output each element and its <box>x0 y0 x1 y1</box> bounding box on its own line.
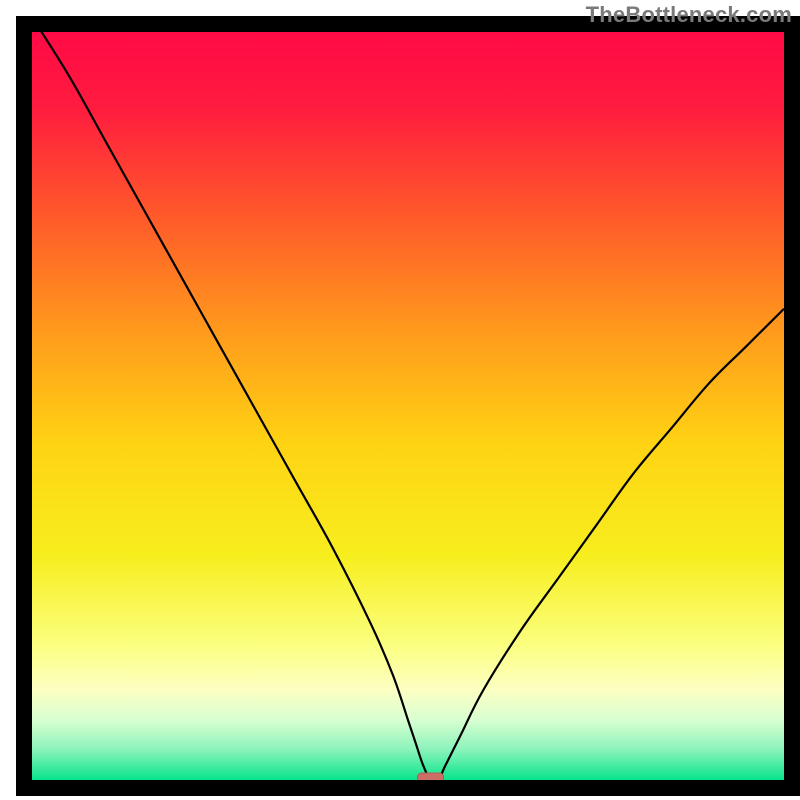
watermark-text: TheBottleneck.com <box>586 2 792 28</box>
bottleneck-chart <box>0 0 800 800</box>
gradient-background <box>32 32 784 780</box>
chart-container: TheBottleneck.com <box>0 0 800 800</box>
